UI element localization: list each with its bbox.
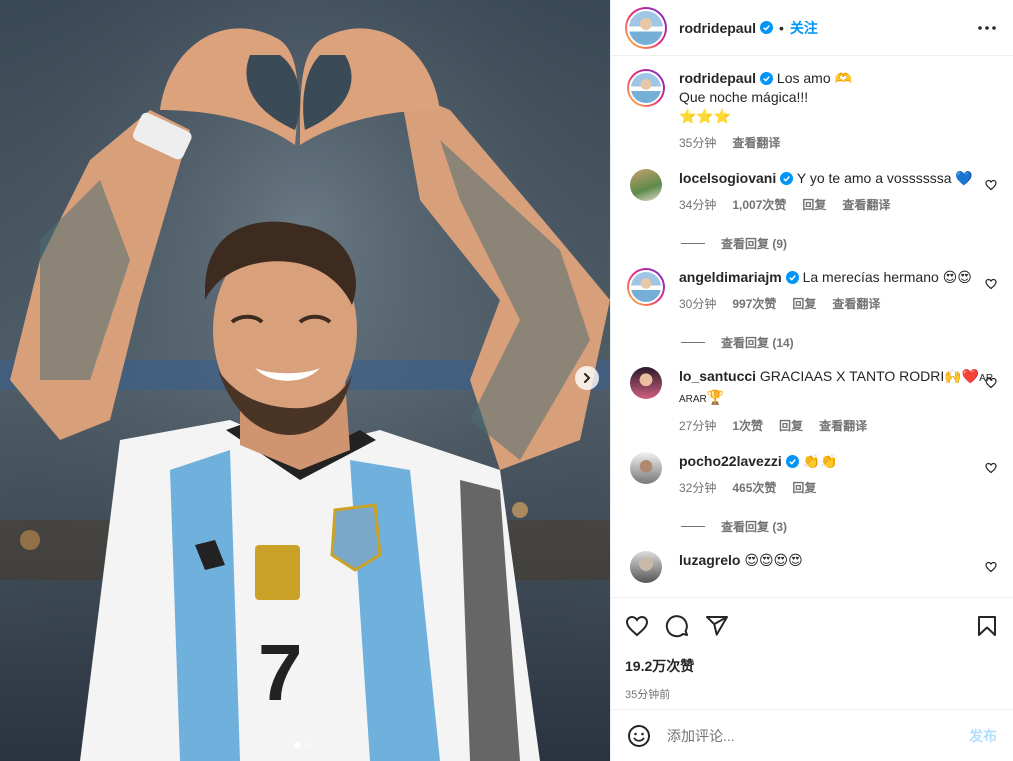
- comment-time[interactable]: 27分钟: [679, 417, 716, 436]
- follow-button[interactable]: 关注: [790, 18, 818, 38]
- post-actions: 19.2万次赞 35分钟前: [611, 597, 1013, 702]
- more-options-button[interactable]: [975, 16, 999, 40]
- verified-icon: [785, 455, 799, 468]
- caption-time[interactable]: 35分钟: [679, 134, 716, 153]
- comment-time[interactable]: 32分钟: [679, 479, 716, 498]
- commenter-avatar[interactable]: [630, 551, 662, 583]
- comment-like-heart-icon[interactable]: [985, 561, 997, 573]
- comment-username[interactable]: lo_santucci: [679, 368, 756, 384]
- carousel-dot-active: [294, 742, 300, 748]
- caption-see-translation[interactable]: 查看翻译: [732, 134, 780, 153]
- comment-reply-button[interactable]: 回复: [779, 417, 803, 436]
- comment-item: pocho22lavezzi 👏👏 32分钟 465次赞 回复: [627, 452, 997, 498]
- comment-username[interactable]: locelsogiovani: [679, 170, 776, 186]
- caption-text-line3: ⭐⭐⭐: [679, 108, 732, 124]
- commenter-avatar[interactable]: [630, 367, 662, 399]
- comment-see-translation[interactable]: 查看翻译: [842, 196, 890, 215]
- comment-like-heart-icon[interactable]: [985, 377, 997, 389]
- comment-see-translation[interactable]: 查看翻译: [832, 295, 880, 314]
- separator-dot: •: [779, 19, 784, 36]
- likes-count[interactable]: 19.2万次赞: [625, 656, 999, 676]
- comment-item: locelsogiovani Y yo te amo a vossssssa 💙…: [627, 169, 997, 215]
- verified-icon: [780, 172, 794, 185]
- view-replies-button[interactable]: 查看回复 (14): [681, 334, 997, 351]
- caption-text-line1: Los amo 🫶: [776, 70, 852, 86]
- share-icon[interactable]: [705, 614, 729, 638]
- comment-item: angeldimariajm La merecías hermano 😍😍 30…: [627, 268, 997, 314]
- author-avatar[interactable]: [625, 6, 667, 49]
- verified-icon: [760, 72, 774, 85]
- author-username[interactable]: rodridepaul: [679, 20, 756, 36]
- svg-text:7: 7: [258, 628, 303, 717]
- comment-username[interactable]: angeldimariajm: [679, 269, 782, 285]
- comment-text-emoji: 🏆: [706, 389, 725, 405]
- caption-username[interactable]: rodridepaul: [679, 70, 756, 86]
- comment-icon[interactable]: [665, 614, 689, 638]
- verified-icon: [760, 21, 774, 34]
- post-side-panel: rodridepaul • 关注 rodridepaul Los amo 🫶 Q…: [610, 0, 1013, 761]
- comment-item: lo_santucci GRACIAAS X TANTO RODRI🙌❤️AR …: [627, 367, 997, 436]
- commenter-avatar[interactable]: [630, 452, 662, 484]
- comment-text: 👏👏: [802, 453, 838, 469]
- comment-like-heart-icon[interactable]: [985, 462, 997, 474]
- post-comment-button[interactable]: 发布: [969, 726, 997, 746]
- add-comment-bar: 发布: [611, 709, 1013, 761]
- heart-icon[interactable]: [625, 614, 649, 638]
- comment-time[interactable]: 34分钟: [679, 196, 716, 215]
- comment-reply-button[interactable]: 回复: [792, 479, 816, 498]
- comment-username[interactable]: luzagrelo: [679, 552, 740, 568]
- commenter-avatar[interactable]: [627, 268, 665, 306]
- post-photo: 7: [0, 0, 610, 761]
- comment-like-heart-icon[interactable]: [985, 179, 997, 191]
- post-image[interactable]: 7: [0, 0, 610, 761]
- next-arrow-icon: [584, 373, 591, 383]
- post-time[interactable]: 35分钟前: [625, 686, 999, 702]
- comment-reply-button[interactable]: 回复: [802, 196, 826, 215]
- bookmark-icon[interactable]: [975, 614, 999, 638]
- add-comment-input[interactable]: [667, 727, 969, 744]
- comment-see-translation[interactable]: 查看翻译: [819, 417, 867, 436]
- comment-text: La merecías hermano 😍😍: [802, 269, 972, 285]
- comment-item: luzagrelo 😍😍😍😍: [627, 551, 997, 583]
- next-image-button[interactable]: [575, 366, 599, 390]
- post-header: rodridepaul • 关注: [611, 0, 1013, 56]
- instagram-post-modal: 7 rodridepaul • 关注 rodridepaul Los amo 🫶…: [0, 0, 1013, 761]
- comment-reply-button[interactable]: 回复: [792, 295, 816, 314]
- comment-username[interactable]: pocho22lavezzi: [679, 453, 782, 469]
- caption-avatar[interactable]: [627, 69, 665, 107]
- caption-text-line2: Que noche mágica!!!: [679, 89, 809, 105]
- comment-likes[interactable]: 1次赞: [732, 417, 763, 436]
- carousel-dot: [304, 742, 310, 748]
- comments-list[interactable]: rodridepaul Los amo 🫶 Que noche mágica!!…: [611, 57, 1013, 597]
- comment-text: 😍😍😍😍: [744, 552, 803, 568]
- comment-time[interactable]: 30分钟: [679, 295, 716, 314]
- view-replies-button[interactable]: 查看回复 (9): [681, 235, 997, 252]
- commenter-avatar[interactable]: [630, 169, 662, 201]
- comment-likes[interactable]: 465次赞: [732, 479, 776, 498]
- comment-likes[interactable]: 997次赞: [732, 295, 776, 314]
- view-replies-button[interactable]: 查看回复 (3): [681, 518, 997, 535]
- verified-icon: [785, 271, 799, 284]
- emoji-icon[interactable]: [627, 724, 651, 748]
- comment-text: GRACIAAS X TANTO RODRI🙌❤️: [759, 368, 980, 384]
- comment-text: Y yo te amo a vossssssa 💙: [796, 170, 973, 186]
- more-icon: [978, 25, 996, 30]
- post-caption: rodridepaul Los amo 🫶 Que noche mágica!!…: [627, 57, 997, 153]
- carousel-indicator: [294, 742, 310, 748]
- comment-likes[interactable]: 1,007次赞: [732, 196, 786, 215]
- comment-like-heart-icon[interactable]: [985, 278, 997, 290]
